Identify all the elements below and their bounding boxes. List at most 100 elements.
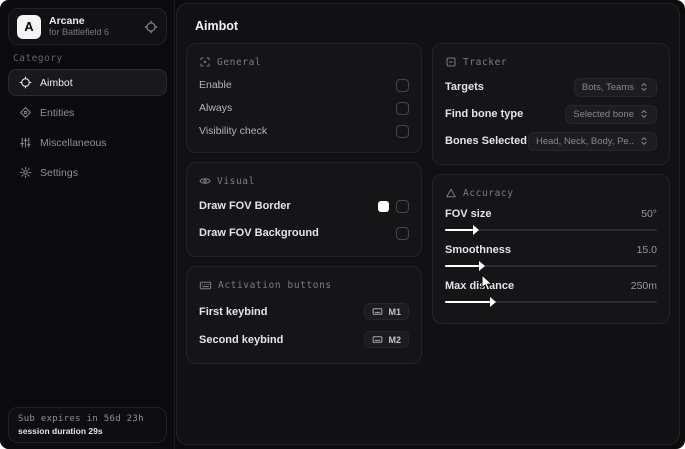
fov-size-slider[interactable]: [445, 225, 657, 235]
max-distance-slider[interactable]: [445, 297, 657, 307]
setting-row: Visibility check: [199, 120, 409, 142]
slider-row: Max distance 250m: [445, 277, 657, 307]
sidebar-item-miscellaneous[interactable]: Miscellaneous: [8, 129, 167, 156]
slider-row: Smoothness 15.0: [445, 241, 657, 271]
setting-label: Draw FOV Background: [199, 227, 319, 239]
keyboard-icon: [372, 306, 383, 317]
app-logo: A: [17, 14, 41, 39]
tracker-card: Tracker Targets Bots, Teams Find bone ty…: [432, 43, 670, 165]
sidebar-item-entities[interactable]: Entities: [8, 99, 167, 126]
chevrons-up-down-icon: [639, 109, 649, 119]
slider-label: Max distance: [445, 280, 515, 292]
accuracy-card: Accuracy FOV size 50° Smoothness 15.0 Ma…: [432, 174, 670, 324]
frame-minus-icon: [445, 56, 457, 68]
entities-icon: [19, 106, 32, 119]
setting-label: Bones Selected: [445, 135, 527, 147]
scan-crosshair-icon: [199, 56, 211, 68]
always-checkbox[interactable]: [396, 101, 409, 115]
tracker-card-header: Tracker: [445, 56, 657, 68]
triangle-icon: [445, 187, 457, 199]
fov-border-color-swatch[interactable]: [378, 200, 389, 212]
first-keybind-button[interactable]: M1: [364, 303, 409, 320]
slider-thumb[interactable]: [489, 297, 496, 307]
setting-label: First keybind: [199, 305, 268, 318]
general-card-header: General: [199, 56, 409, 68]
setting-row: Enable: [199, 74, 409, 96]
visual-card: Visual Draw FOV Border Draw FOV Backgrou…: [186, 162, 422, 257]
setting-label: Find bone type: [445, 108, 524, 120]
right-column: Tracker Targets Bots, Teams Find bone ty…: [432, 43, 670, 324]
card-title: Activation buttons: [218, 280, 332, 291]
brand-card: A Arcane for Battlefield 6: [8, 8, 167, 45]
chevrons-up-down-icon: [639, 82, 649, 92]
slider-label: FOV size: [445, 208, 492, 220]
draw-fov-background-checkbox[interactable]: [396, 226, 409, 240]
brand-text: Arcane for Battlefield 6: [49, 15, 136, 37]
draw-fov-border-checkbox[interactable]: [396, 199, 409, 213]
setting-row: Targets Bots, Teams: [445, 74, 657, 100]
bones-selected-dropdown[interactable]: Head, Neck, Body, Pe..: [527, 131, 657, 151]
sidebar-item-aimbot[interactable]: Aimbot: [8, 69, 167, 96]
targets-dropdown[interactable]: Bots, Teams: [573, 77, 657, 97]
slider-fill: [445, 261, 485, 271]
keybind-value: M1: [388, 306, 401, 317]
left-column: General Enable Always Visibility check V…: [186, 43, 422, 364]
sub-expiry-text: Sub expires in 56d 23h: [18, 414, 144, 424]
keyboard-icon: [372, 334, 383, 345]
card-title: Visual: [217, 175, 255, 187]
category-label: Category: [13, 53, 63, 64]
card-title: Tracker: [463, 56, 508, 68]
card-columns: General Enable Always Visibility check V…: [177, 43, 679, 364]
slider-row: FOV size 50°: [445, 205, 657, 235]
setting-row: Find bone type Selected bone: [445, 101, 657, 127]
slider-value: 50°: [641, 208, 657, 220]
slider-header: Smoothness 15.0: [445, 241, 657, 259]
keybind-value: M2: [388, 334, 401, 345]
chevrons-up-down-icon: [639, 136, 649, 146]
enable-checkbox[interactable]: [396, 78, 409, 92]
sidebar-nav: Aimbot Entities Miscellaneous Settings: [8, 69, 167, 186]
slider-value: 250m: [630, 280, 657, 292]
smoothness-slider[interactable]: [445, 261, 657, 271]
sidebar: A Arcane for Battlefield 6 Category Aimb…: [0, 0, 175, 449]
find-bone-type-dropdown[interactable]: Selected bone: [565, 104, 657, 124]
slider-label: Smoothness: [445, 244, 512, 256]
activation-card-header: Activation buttons: [199, 279, 409, 292]
setting-row: First keybind M1: [199, 298, 409, 325]
setting-label: Enable: [199, 79, 232, 91]
crosshair-icon[interactable]: [144, 20, 158, 34]
slider-header: FOV size 50°: [445, 205, 657, 223]
dropdown-value: Selected bone: [573, 108, 634, 120]
setting-label: Visibility check: [199, 125, 268, 137]
setting-row: Bones Selected Head, Neck, Body, Pe..: [445, 128, 657, 154]
setting-label: Second keybind: [199, 333, 284, 346]
setting-row: Draw FOV Background: [199, 220, 409, 246]
page-title: Aimbot: [195, 19, 239, 33]
setting-row: Second keybind M2: [199, 326, 409, 353]
visibility-check-checkbox[interactable]: [396, 124, 409, 138]
card-title: Accuracy: [463, 187, 514, 199]
setting-label: Draw FOV Border: [199, 200, 291, 212]
sliders-icon: [19, 136, 32, 149]
sidebar-item-label: Miscellaneous: [40, 136, 107, 149]
second-keybind-button[interactable]: M2: [364, 331, 409, 348]
slider-thumb[interactable]: [478, 261, 485, 271]
setting-label: Targets: [445, 81, 484, 93]
general-card: General Enable Always Visibility check: [186, 43, 422, 153]
eye-icon: [199, 175, 211, 187]
gear-icon: [19, 166, 32, 179]
app-name: Arcane: [49, 15, 85, 28]
session-duration-text: session duration 29s: [18, 426, 103, 436]
crosshair-icon: [19, 76, 32, 89]
control-group: [378, 199, 409, 213]
slider-fill: [445, 297, 496, 307]
slider-thumb[interactable]: [472, 225, 479, 235]
main-panel: Aimbot General Enable Always Visibility …: [176, 3, 680, 445]
card-title: General: [217, 56, 262, 68]
sidebar-item-settings[interactable]: Settings: [8, 159, 167, 186]
slider-value: 15.0: [636, 244, 657, 256]
visual-card-header: Visual: [199, 175, 409, 187]
setting-row: Always: [199, 97, 409, 119]
slider-header: Max distance 250m: [445, 277, 657, 295]
sidebar-item-label: Aimbot: [40, 76, 73, 89]
